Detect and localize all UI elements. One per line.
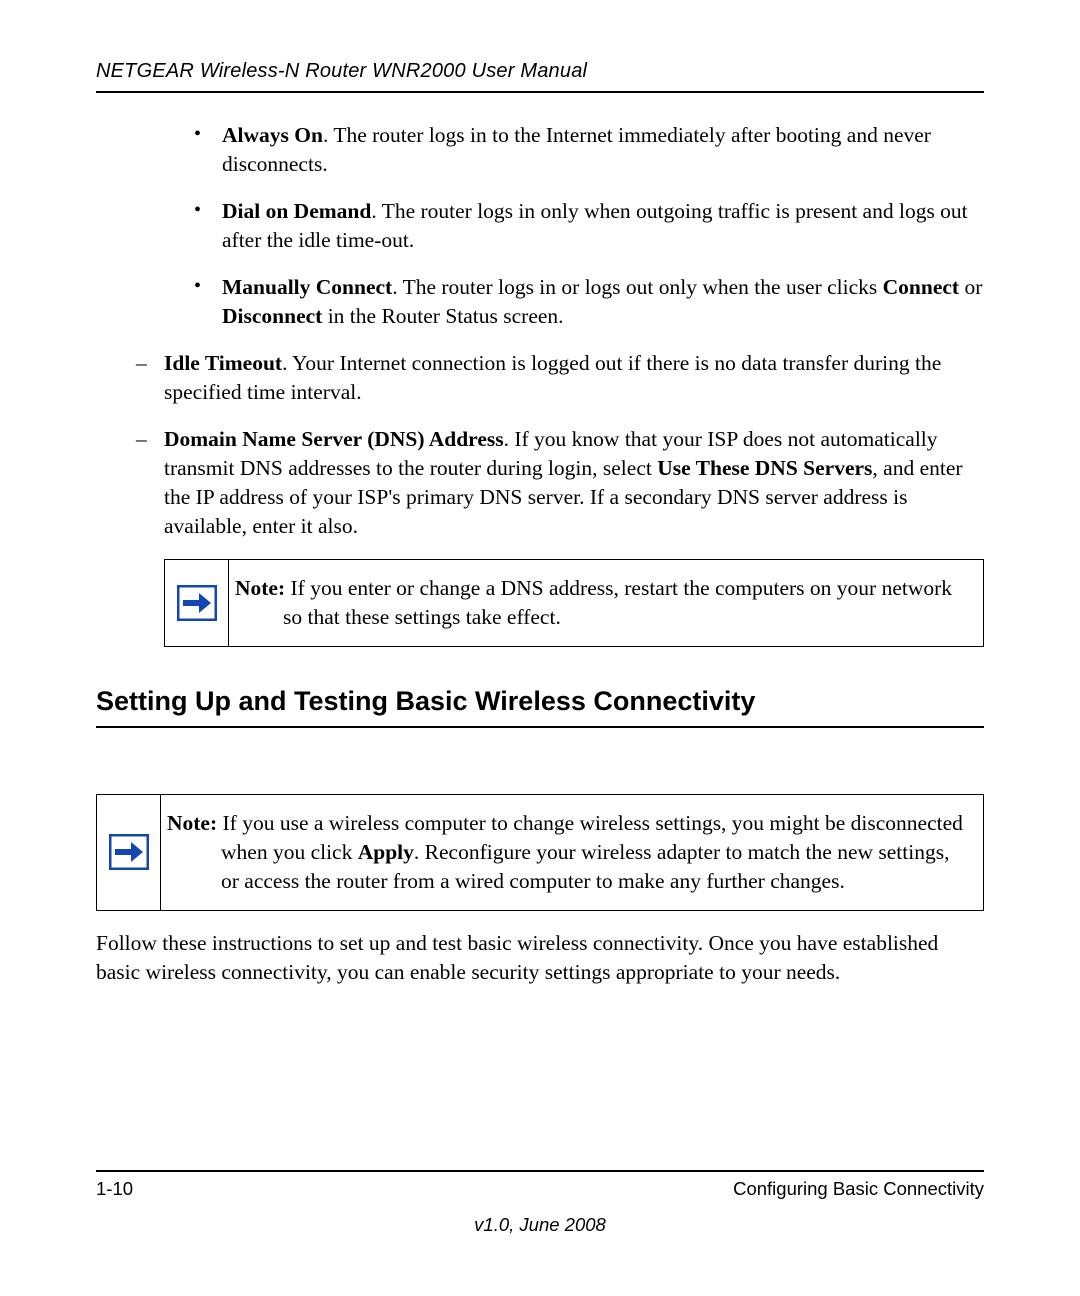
page-header: NETGEAR Wireless-N Router WNR2000 User M… — [96, 60, 984, 93]
note-icon-cell — [165, 560, 229, 646]
arrow-right-icon — [109, 834, 149, 870]
note-box-wireless: Note: If you use a wireless computer to … — [96, 794, 984, 911]
use-these-dns: Use These DNS Servers — [657, 456, 872, 480]
bullet-text: in the Router Status screen. — [322, 304, 563, 328]
bullet-label: Dial on Demand — [222, 199, 371, 223]
note-icon-cell — [97, 795, 161, 910]
dash-label: Idle Timeout — [164, 351, 282, 375]
note-text: Note: If you use a wireless computer to … — [161, 795, 983, 910]
bullet-dial-on-demand: Dial on Demand. The router logs in only … — [194, 197, 984, 255]
bullet-list: Always On. The router logs in to the Int… — [96, 121, 984, 331]
bullet-label: Manually Connect — [222, 275, 392, 299]
footer-version: v1.0, June 2008 — [96, 1214, 984, 1236]
bullet-text: . The router logs in to the Internet imm… — [222, 123, 931, 176]
paragraph-follow: Follow these instructions to set up and … — [96, 929, 984, 987]
note-text: Note: If you enter or change a DNS addre… — [229, 560, 983, 646]
dash-idle-timeout: Idle Timeout. Your Internet connection i… — [136, 349, 984, 407]
note-label: Note: — [167, 811, 217, 835]
bullet-manually-connect: Manually Connect. The router logs in or … — [194, 273, 984, 331]
bullet-text: . The router logs in or logs out only wh… — [392, 275, 882, 299]
section-heading: Setting Up and Testing Basic Wireless Co… — [96, 683, 984, 727]
disconnect-word: Disconnect — [222, 304, 322, 328]
page-body: Always On. The router logs in to the Int… — [96, 121, 984, 987]
note-box-dns: Note: If you enter or change a DNS addre… — [164, 559, 984, 647]
note-content: If you enter or change a DNS address, re… — [283, 576, 952, 629]
page-number: 1-10 — [96, 1178, 133, 1200]
dash-label: Domain Name Server (DNS) Address — [164, 427, 504, 451]
note-label: Note: — [235, 576, 285, 600]
arrow-right-icon — [177, 585, 217, 621]
bullet-label: Always On — [222, 123, 323, 147]
apply-word: Apply — [358, 840, 414, 864]
dash-dns: Domain Name Server (DNS) Address. If you… — [136, 425, 984, 541]
bullet-text: or — [959, 275, 982, 299]
dash-list: Idle Timeout. Your Internet connection i… — [96, 349, 984, 541]
bullet-always-on: Always On. The router logs in to the Int… — [194, 121, 984, 179]
connect-word: Connect — [883, 275, 959, 299]
page-footer: 1-10 Configuring Basic Connectivity v1.0… — [96, 1170, 984, 1236]
footer-section: Configuring Basic Connectivity — [733, 1178, 984, 1200]
